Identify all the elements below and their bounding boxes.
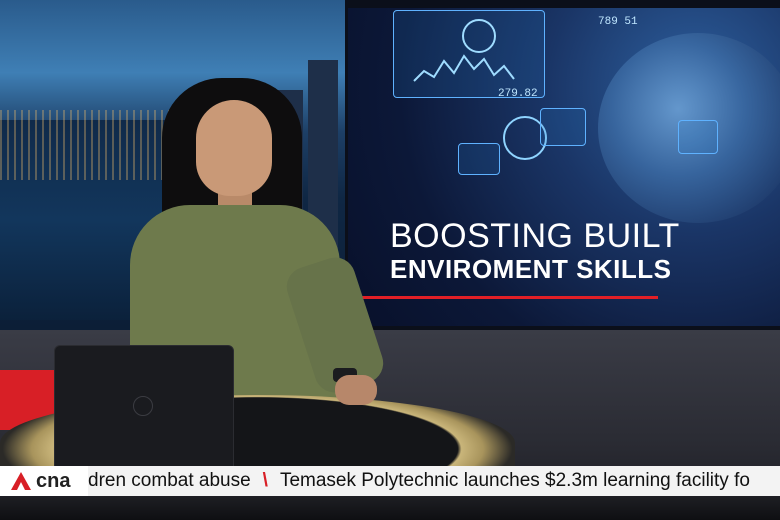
story-headline: BOOSTING BUILT ENVIROMENT SKILLS: [390, 218, 680, 284]
ticker-text: dren combat abuse \ Temasek Polytechnic la…: [88, 466, 750, 496]
hud-icon-panel: [540, 108, 586, 146]
headline-underline: [358, 296, 658, 299]
anchor-face: [196, 100, 272, 196]
anchor-hand: [335, 375, 377, 405]
broadcast-frame: 789 51 279.82 BOOSTING BUILT ENVIROMENT …: [0, 0, 780, 520]
channel-logo-text: cna: [36, 469, 71, 492]
cna-logo-icon: [11, 472, 31, 490]
ticker-item: dren combat abuse: [88, 470, 251, 491]
ticker-separator: \: [262, 470, 268, 491]
headline-line-2: ENVIROMENT SKILLS: [390, 254, 672, 284]
laptop-logo-icon: [133, 396, 153, 416]
ticker-item: Temasek Polytechnic launches $2.3m learn…: [279, 470, 750, 491]
headline-line-1: BOOSTING BUILT: [390, 217, 680, 255]
hud-waveform-panel: [393, 10, 545, 98]
hud-number-bottom: 279.82: [498, 88, 538, 100]
channel-logo: cna: [0, 466, 88, 496]
hud-number-top: 789 51: [598, 16, 638, 28]
story-graphic-screen: 789 51 279.82 BOOSTING BUILT ENVIROMENT …: [348, 8, 780, 326]
waveform-icon: [413, 19, 515, 82]
hud-chart-panel: [678, 120, 718, 154]
laptop: [54, 345, 234, 472]
hud-icon-panel: [458, 143, 500, 175]
news-ticker: dren combat abuse \ Temasek Polytechnic la…: [0, 466, 780, 496]
desk-front-edge: [0, 496, 780, 520]
